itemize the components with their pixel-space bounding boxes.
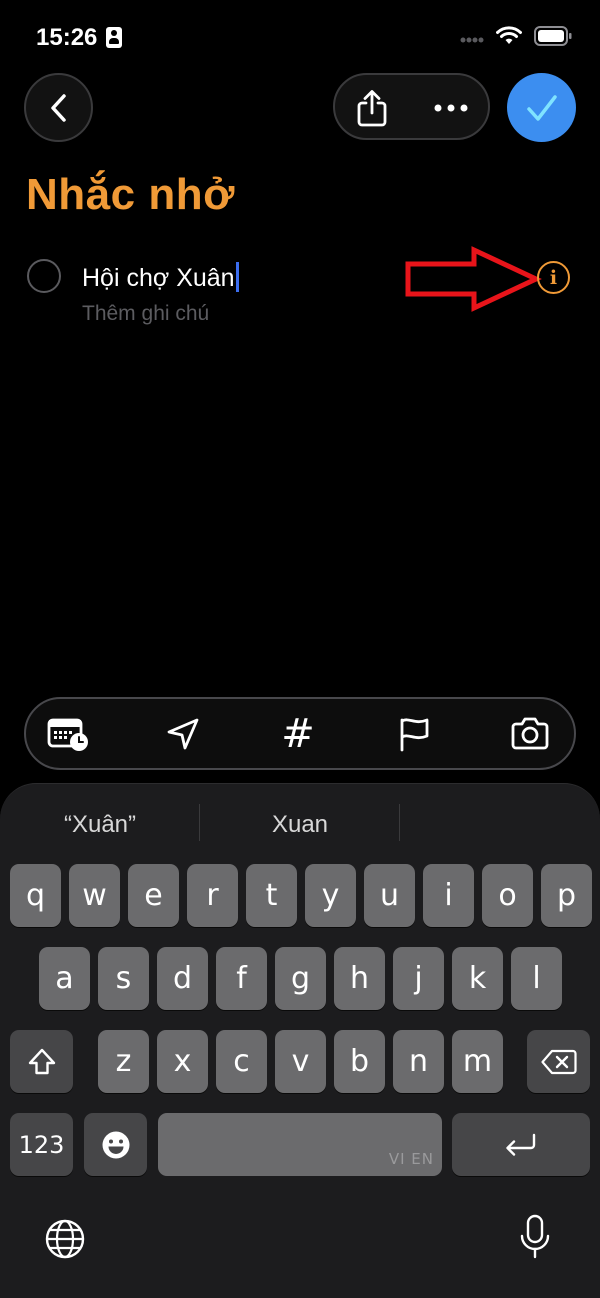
location-button[interactable] — [161, 714, 205, 754]
reminder-title-field[interactable]: Hội chợ Xuân — [82, 262, 239, 293]
suggestion-1[interactable]: “Xuân” — [20, 808, 180, 842]
key-t[interactable]: t — [246, 864, 297, 927]
contact-card-icon — [106, 27, 122, 48]
hashtag-icon: # — [281, 711, 315, 757]
key-w[interactable]: w — [69, 864, 120, 927]
flag-button[interactable] — [392, 714, 436, 754]
status-bar: 15:26 — [0, 0, 600, 72]
key-f[interactable]: f — [216, 947, 267, 1010]
suggestion-divider — [399, 804, 400, 841]
globe-button[interactable] — [42, 1216, 88, 1262]
status-time: 15:26 — [36, 24, 98, 51]
backspace-icon — [540, 1049, 577, 1074]
key-s[interactable]: s — [98, 947, 149, 1010]
key-e[interactable]: e — [128, 864, 179, 927]
back-button[interactable] — [24, 73, 93, 142]
camera-icon — [511, 717, 549, 750]
microphone-icon — [520, 1214, 550, 1259]
key-u[interactable]: u — [364, 864, 415, 927]
return-key[interactable] — [452, 1113, 590, 1176]
camera-button[interactable] — [508, 714, 552, 754]
key-l[interactable]: l — [511, 947, 562, 1010]
return-icon — [506, 1133, 536, 1156]
key-o[interactable]: o — [482, 864, 533, 927]
reminder-notes-field[interactable]: Thêm ghi chú — [82, 302, 209, 326]
key-k[interactable]: k — [452, 947, 503, 1010]
key-d[interactable]: d — [157, 947, 208, 1010]
key-q[interactable]: q — [10, 864, 61, 927]
key-p[interactable]: p — [541, 864, 592, 927]
key-y[interactable]: y — [305, 864, 356, 927]
flag-icon — [400, 718, 429, 752]
key-v[interactable]: v — [275, 1030, 326, 1093]
suggestion-2[interactable]: Xuan — [220, 808, 380, 842]
share-icon — [357, 90, 387, 127]
keyboard: “Xuân” Xuan q w e r t y u i o p a s d f … — [0, 783, 600, 1298]
key-x[interactable]: x — [157, 1030, 208, 1093]
key-h[interactable]: h — [334, 947, 385, 1010]
shift-key[interactable] — [10, 1030, 73, 1093]
shift-icon — [28, 1048, 55, 1074]
ellipsis-icon — [434, 104, 468, 112]
checkmark-icon — [526, 94, 557, 121]
key-c[interactable]: c — [216, 1030, 267, 1093]
date-time-button[interactable] — [46, 714, 90, 754]
language-indicator: VI EN — [388, 1150, 434, 1168]
quick-toolbar: # — [24, 697, 576, 770]
info-icon: i — [549, 266, 558, 289]
signal-icon — [460, 37, 484, 43]
status-icons — [460, 26, 572, 46]
emoji-icon — [102, 1131, 129, 1158]
annotation-arrow — [405, 246, 542, 312]
key-g[interactable]: g — [275, 947, 326, 1010]
battery-icon — [534, 26, 572, 46]
suggestion-divider — [199, 804, 200, 841]
key-b[interactable]: b — [334, 1030, 385, 1093]
more-button[interactable] — [428, 85, 474, 131]
numbers-key[interactable]: 123 — [10, 1113, 73, 1176]
key-r[interactable]: r — [187, 864, 238, 927]
share-button[interactable] — [349, 85, 395, 131]
actions-pill — [333, 73, 490, 140]
delete-key[interactable] — [527, 1030, 590, 1093]
suggestion-3[interactable] — [420, 808, 580, 842]
dictation-button[interactable] — [514, 1212, 556, 1262]
text-caret — [235, 262, 239, 292]
key-a[interactable]: a — [39, 947, 90, 1010]
done-button[interactable] — [507, 73, 576, 142]
reminder-checkbox[interactable] — [27, 259, 61, 293]
key-z[interactable]: z — [98, 1030, 149, 1093]
key-n[interactable]: n — [393, 1030, 444, 1093]
space-key[interactable]: VI EN — [158, 1113, 442, 1176]
key-i[interactable]: i — [423, 864, 474, 927]
emoji-key[interactable] — [84, 1113, 147, 1176]
location-arrow-icon — [167, 718, 199, 750]
wifi-icon — [496, 26, 522, 44]
info-button[interactable]: i — [537, 261, 570, 294]
page-title: Nhắc nhở — [26, 170, 235, 219]
reminder-title-text: Hội chợ Xuân — [82, 264, 235, 292]
globe-icon — [45, 1219, 85, 1259]
calendar-clock-icon — [47, 718, 88, 751]
key-j[interactable]: j — [393, 947, 444, 1010]
key-m[interactable]: m — [452, 1030, 503, 1093]
tag-button[interactable]: # — [276, 711, 320, 757]
chevron-left-icon — [50, 93, 66, 122]
